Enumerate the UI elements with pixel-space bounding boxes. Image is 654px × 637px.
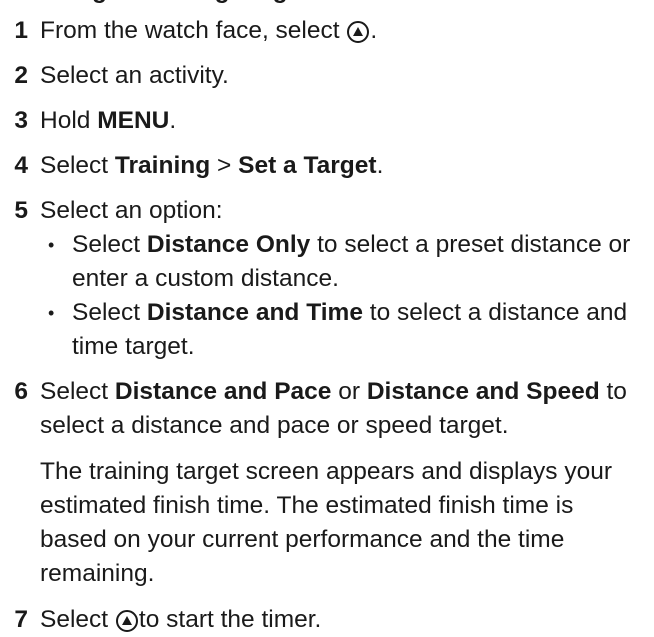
step-text: Select — [40, 606, 115, 633]
option-distance-and-speed: Distance and Speed — [366, 378, 600, 405]
step-text-end: . — [169, 107, 177, 134]
step-text: Select — [40, 378, 115, 405]
step-number: 3 — [14, 107, 28, 134]
bullet: • — [48, 235, 55, 255]
option-distance-and-pace: Distance and Pace — [114, 378, 332, 405]
step-5: 5 Select an option: • Select Distance On… — [0, 194, 654, 364]
step-text: Hold — [40, 107, 98, 134]
step-1: 1 From the watch face, select . — [0, 14, 654, 48]
up-triangle-button-icon — [115, 610, 138, 632]
step-number: 7 — [14, 606, 28, 633]
step-text: Select — [40, 152, 115, 179]
step-7: 7 Select to start the timer. — [0, 603, 654, 637]
step-number: 1 — [14, 17, 28, 44]
step-3: 3 Hold MENU. — [0, 104, 654, 138]
up-triangle-button-icon — [347, 21, 370, 43]
step-text: Select an activity. — [40, 62, 229, 89]
menu-separator: > — [210, 152, 239, 179]
step-note: The training target screen appears and d… — [40, 458, 612, 587]
step-text-or: or — [331, 378, 367, 405]
option-text: Select — [72, 299, 147, 326]
step-6: 6 Select Distance and Pace or Distance a… — [0, 375, 654, 443]
step-text-end: . — [370, 17, 378, 44]
option-distance-only: • Select Distance Only to select a prese… — [40, 228, 646, 296]
step-4: 4 Select Training > Set a Target. — [0, 149, 654, 183]
menu-key-label: MENU — [97, 107, 170, 134]
step-number: 4 — [14, 152, 28, 179]
step-text: From the watch face, select — [40, 17, 347, 44]
step-text-end: . — [376, 152, 384, 179]
bullet: • — [48, 303, 55, 323]
step-number: 6 — [14, 378, 28, 405]
option-label: Distance and Time — [146, 299, 363, 326]
step-number: 5 — [14, 197, 28, 224]
step-2: 2 Select an activity. — [0, 59, 654, 93]
option-list: • Select Distance Only to select a prese… — [40, 228, 646, 364]
menu-set-a-target: Set a Target — [238, 152, 377, 179]
option-text: Select — [72, 231, 147, 258]
menu-training: Training — [114, 152, 211, 179]
step-text-end: to start the timer. — [138, 606, 322, 633]
steps-list: 1 From the watch face, select . 2 Select… — [0, 14, 654, 637]
step-number: 2 — [14, 62, 28, 89]
section-heading: Setting a Training Target — [24, 0, 309, 8]
step-text: Select an option: — [40, 197, 223, 224]
option-distance-and-time: • Select Distance and Time to select a d… — [40, 296, 646, 364]
option-label: Distance Only — [146, 231, 311, 258]
